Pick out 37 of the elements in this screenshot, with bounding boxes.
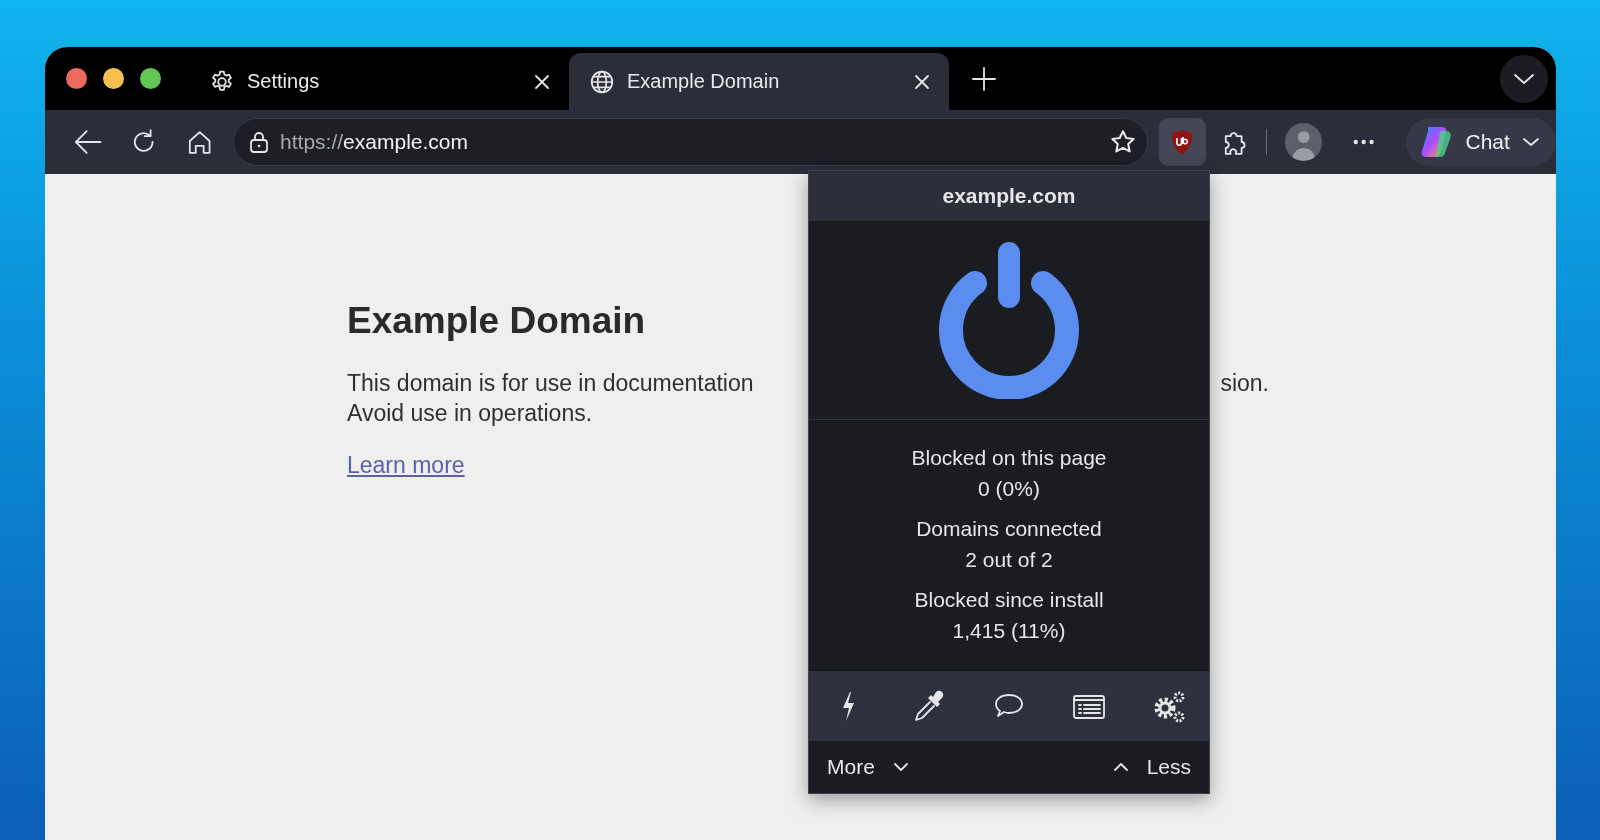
stat-value: 1,415 (11%) [952, 619, 1066, 643]
browser-tab[interactable]: Settings [189, 53, 569, 110]
stat-label: Domains connected [916, 517, 1102, 541]
maximize-window-button[interactable] [140, 68, 161, 89]
chevron-down-icon [1513, 71, 1535, 86]
learn-more-link[interactable]: Learn more [347, 452, 465, 479]
more-button[interactable]: More [827, 751, 909, 783]
less-button[interactable]: Less [1112, 751, 1191, 783]
tab-list-button[interactable] [1500, 54, 1548, 103]
page-heading: Example Domain [347, 300, 647, 342]
chevron-up-icon [1112, 762, 1129, 772]
close-window-button[interactable] [66, 68, 87, 89]
paragraph-text: This domain is for use in documentation [347, 369, 754, 398]
stat-label: Blocked since install [914, 588, 1104, 612]
url-text: https://example.com [280, 130, 469, 154]
paragraph-text: Avoid use in operations. [347, 399, 594, 428]
power-icon[interactable] [937, 241, 1081, 399]
popup-hostname: example.com [809, 171, 1209, 221]
globe-icon [589, 68, 615, 95]
chat-button[interactable]: Chat [1405, 118, 1556, 166]
stat-value: 0 (0%) [978, 477, 1040, 501]
star-icon[interactable] [1108, 128, 1137, 156]
lock-icon [248, 130, 271, 154]
minimize-window-button[interactable] [103, 68, 124, 89]
avatar-icon[interactable] [1284, 123, 1323, 161]
address-bar[interactable]: https://example.com [233, 118, 1148, 166]
browser-tab[interactable]: Example Domain [569, 53, 949, 110]
chevron-down-icon [1521, 136, 1540, 148]
close-icon[interactable] [533, 72, 551, 91]
paragraph-text: sion. [1220, 369, 1269, 398]
close-icon[interactable] [913, 72, 931, 91]
shield-extension-button[interactable] [1158, 118, 1207, 166]
new-tab-icon[interactable] [971, 65, 997, 92]
shield-icon [1170, 129, 1195, 155]
stat-label: Blocked on this page [911, 446, 1107, 470]
stat-value: 2 out of 2 [965, 548, 1053, 572]
chevron-down-icon [892, 762, 909, 772]
